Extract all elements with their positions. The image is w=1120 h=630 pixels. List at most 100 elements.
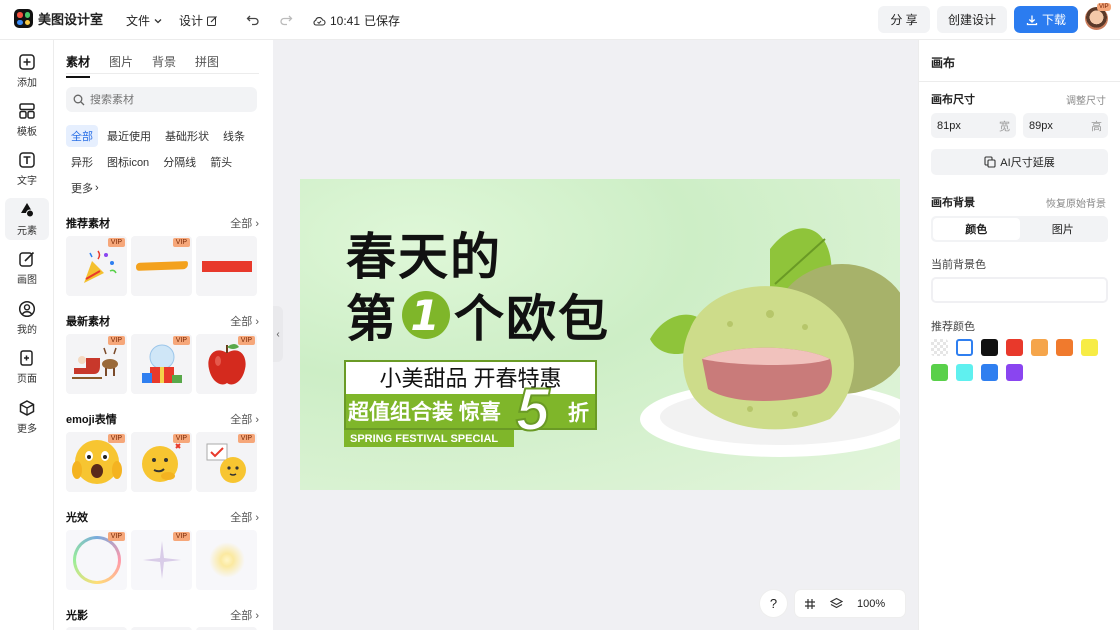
- collapse-panel-handle[interactable]: ‹: [273, 306, 283, 362]
- swatch-orange[interactable]: [1056, 339, 1073, 356]
- swatch-cyan[interactable]: [956, 364, 973, 381]
- see-all-link[interactable]: 全部 ›: [230, 607, 259, 623]
- asset-tile-glow[interactable]: [196, 530, 257, 590]
- current-color-field[interactable]: [931, 277, 1108, 303]
- asset-tile-sparkle[interactable]: VIP: [131, 530, 192, 590]
- file-menu[interactable]: 文件: [126, 12, 163, 29]
- asset-tile-vote-emoji[interactable]: VIP: [196, 432, 257, 492]
- rail-item-elements[interactable]: 元素: [5, 198, 49, 240]
- swatch-transparent[interactable]: [931, 339, 948, 356]
- tab-images[interactable]: 图片: [109, 53, 133, 70]
- download-label: 下载: [1041, 13, 1066, 27]
- rail-item-more[interactable]: 更多: [5, 396, 49, 438]
- section-header-latest: 最新素材 全部 ›: [66, 313, 259, 329]
- see-all-link[interactable]: 全部 ›: [230, 411, 259, 427]
- vip-badge: VIP: [237, 434, 255, 443]
- chip-recent[interactable]: 最近使用: [102, 125, 156, 147]
- canvas-size-label: 画布尺寸: [931, 94, 975, 106]
- asset-tile-thinking-emoji[interactable]: VIP: [131, 432, 192, 492]
- rail-item-template[interactable]: 模板: [5, 99, 49, 141]
- tab-divider: [66, 73, 259, 74]
- asset-tile-brush-stroke[interactable]: VIP: [131, 236, 192, 296]
- template-grid-icon: [19, 103, 35, 119]
- swatch-blue[interactable]: [981, 364, 998, 381]
- download-button[interactable]: 下载: [1014, 6, 1078, 33]
- asset-tile-apple[interactable]: VIP: [196, 334, 257, 394]
- swatch-purple[interactable]: [1006, 364, 1023, 381]
- help-button[interactable]: ?: [760, 590, 787, 617]
- create-design-label: 创建设计: [947, 13, 996, 27]
- layers-icon[interactable]: [830, 597, 843, 610]
- create-design-button[interactable]: 创建设计: [937, 6, 1007, 33]
- share-button[interactable]: 分 享: [878, 6, 930, 33]
- help-icon: ?: [769, 596, 778, 611]
- section-title: 推荐素材: [66, 218, 110, 230]
- chip-arrows[interactable]: 箭头: [205, 151, 237, 173]
- save-status-text: 已保存: [364, 14, 401, 28]
- tab-backgrounds[interactable]: 背景: [152, 53, 176, 70]
- asset-tile-sleigh[interactable]: VIP: [66, 334, 127, 394]
- plus-square-icon: [19, 54, 35, 70]
- rail-item-draw[interactable]: 画图: [5, 247, 49, 289]
- swatch-white[interactable]: [956, 339, 973, 356]
- banner-mid-text: 超值组合装 惊喜: [348, 401, 501, 424]
- rail-label-mine: 我的: [17, 325, 37, 336]
- zoom-level[interactable]: 100%: [857, 598, 885, 610]
- height-field[interactable]: 89px 高: [1023, 113, 1108, 138]
- rail-label-template: 模板: [17, 127, 37, 138]
- vip-badge: VIP: [107, 532, 125, 541]
- chip-more[interactable]: 更多 ›: [66, 177, 104, 199]
- glow-shape: [208, 542, 245, 578]
- grid-icon[interactable]: [804, 598, 816, 610]
- section-title: 光影: [66, 610, 88, 622]
- rail-item-page[interactable]: 页面: [5, 346, 49, 388]
- asset-tile-scared-emoji[interactable]: VIP: [66, 432, 127, 492]
- chip-icons[interactable]: 图标icon: [102, 151, 154, 173]
- rail-item-mine[interactable]: 我的: [5, 297, 49, 339]
- seg-image[interactable]: 图片: [1020, 218, 1107, 240]
- swatch-green[interactable]: [931, 364, 948, 381]
- asset-tile-bubble[interactable]: VIP: [66, 530, 127, 590]
- ai-resize-button[interactable]: AI尺寸延展: [931, 149, 1108, 175]
- restore-background-link[interactable]: 恢复原始背景: [1046, 195, 1106, 210]
- chip-lines[interactable]: 线条: [218, 125, 250, 147]
- seg-color[interactable]: 颜色: [933, 218, 1020, 240]
- asset-tabs: 素材 图片 背景 拼图: [66, 53, 219, 78]
- chip-irregular[interactable]: 异形: [66, 151, 98, 173]
- asset-tile-party-popper[interactable]: VIP: [66, 236, 127, 296]
- headline-line2[interactable]: 第 1 个欧包: [346, 279, 610, 351]
- ai-expand-icon: [984, 156, 996, 168]
- search-input[interactable]: [90, 93, 240, 106]
- swatch-red[interactable]: [1006, 339, 1023, 356]
- see-all-link[interactable]: 全部 ›: [230, 509, 259, 525]
- chevron-right-icon: ›: [95, 182, 99, 194]
- vip-badge: VIP: [172, 238, 190, 247]
- chip-dividers[interactable]: 分隔线: [158, 151, 201, 173]
- divider: [919, 81, 1120, 82]
- chip-all[interactable]: 全部: [66, 125, 98, 147]
- app-logo[interactable]: 美图设计室: [14, 9, 103, 28]
- headline-suffix: 个欧包: [454, 290, 610, 348]
- number-circle: 1: [402, 291, 450, 340]
- asset-tile-gift-globe[interactable]: VIP: [131, 334, 192, 394]
- rail-item-text[interactable]: 文字: [5, 148, 49, 190]
- design-menu[interactable]: 设计: [179, 12, 218, 29]
- tab-collage[interactable]: 拼图: [195, 53, 219, 70]
- see-all-link[interactable]: 全部 ›: [230, 215, 259, 231]
- search-box[interactable]: [66, 87, 257, 112]
- width-field[interactable]: 81px 宽: [931, 113, 1016, 138]
- swatch-yellow[interactable]: [1081, 339, 1098, 356]
- undo-icon[interactable]: [244, 11, 262, 29]
- tab-materials[interactable]: 素材: [66, 53, 91, 78]
- resize-link[interactable]: 调整尺寸: [1066, 92, 1106, 107]
- asset-tile-red-bar[interactable]: [196, 236, 257, 296]
- chip-basic-shapes[interactable]: 基础形状: [160, 125, 214, 147]
- redo-icon[interactable]: [277, 11, 295, 29]
- swatch-light-orange[interactable]: [1031, 339, 1048, 356]
- edit-pen-icon: [19, 251, 35, 267]
- swatch-black[interactable]: [981, 339, 998, 356]
- promo-banner[interactable]: 小美甜品 开春特惠 超值组合装 惊喜 5 折: [344, 360, 597, 441]
- artboard[interactable]: 春天的 第 1 个欧包 小美甜品 开春特惠 超值组合装 惊喜 5 折 SPRIN…: [300, 179, 900, 490]
- rail-item-add[interactable]: 添加: [5, 50, 49, 92]
- see-all-link[interactable]: 全部 ›: [230, 313, 259, 329]
